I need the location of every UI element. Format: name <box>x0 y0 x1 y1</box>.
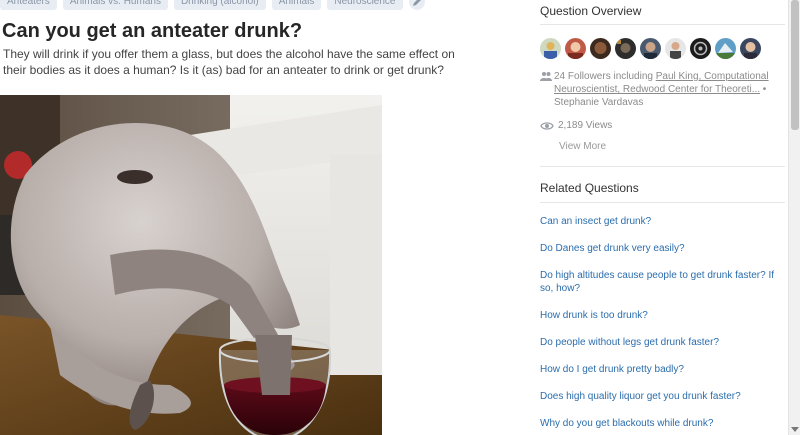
avatar[interactable] <box>615 38 636 59</box>
edit-topics-button[interactable] <box>408 0 425 10</box>
divider <box>540 166 785 167</box>
avatar[interactable] <box>715 38 736 59</box>
topic-tag[interactable]: Anteaters <box>0 0 57 10</box>
scrollbar-thumb[interactable] <box>791 0 799 130</box>
topic-tag[interactable]: Animals <box>271 0 322 10</box>
followers-icon <box>540 70 554 109</box>
related-question-link[interactable]: Do people without legs get drunk faster? <box>540 336 719 349</box>
views-label: 2,189 Views <box>558 120 613 131</box>
related-question-link[interactable]: Do high altitudes cause people to get dr… <box>540 269 785 295</box>
separator: • <box>760 84 767 95</box>
related-question-link[interactable]: Can an insect get drunk? <box>540 215 651 228</box>
question-title[interactable]: Can you get an anteater drunk? <box>2 20 302 43</box>
avatar[interactable] <box>565 38 586 59</box>
avatar[interactable] <box>690 38 711 59</box>
vertical-scrollbar[interactable] <box>788 0 800 435</box>
followers-summary: 24 Followers including Paul King, Comput… <box>540 70 785 109</box>
divider <box>540 202 785 203</box>
related-question-link[interactable]: Why do you get blackouts while drunk? <box>540 417 713 430</box>
related-question-link[interactable]: How do I get drunk pretty badly? <box>540 363 684 376</box>
avatar[interactable] <box>540 38 561 59</box>
avatar[interactable] <box>665 38 686 59</box>
pencil-icon <box>412 0 421 6</box>
views-count: 2,189 Views <box>540 120 612 131</box>
question-column: Anteaters Animals vs. Humans Drinking (a… <box>0 0 520 435</box>
avatar[interactable] <box>640 38 661 59</box>
sidebar: Question Overview 24 Followers including… <box>530 0 788 435</box>
avatar[interactable] <box>740 38 761 59</box>
scroll-down-arrow-icon[interactable] <box>791 425 799 433</box>
eye-icon <box>540 121 554 130</box>
related-question-link[interactable]: Do Danes get drunk very easily? <box>540 242 685 255</box>
related-question-link[interactable]: Does high quality liquor get you drunk f… <box>540 390 741 403</box>
related-question-link[interactable]: How drunk is too drunk? <box>540 309 648 322</box>
question-detail: They will drink if you offer them a glas… <box>3 47 455 77</box>
topic-tag[interactable]: Neuroscience <box>327 0 403 10</box>
avatar[interactable] <box>590 38 611 59</box>
anteater-photo <box>0 95 382 435</box>
topic-tag[interactable]: Animals vs. Humans <box>62 0 168 10</box>
followers-count: 24 Followers including <box>554 71 656 82</box>
topic-tag[interactable]: Drinking (alcohol) <box>173 0 266 10</box>
related-questions-title: Related Questions <box>540 181 639 195</box>
follower-link[interactable]: Stephanie Vardavas <box>554 97 643 108</box>
follower-avatars <box>540 38 761 59</box>
view-more-link[interactable]: View More <box>559 141 606 152</box>
overview-title: Question Overview <box>540 4 642 18</box>
topic-list: Anteaters Animals vs. Humans Drinking (a… <box>0 0 425 10</box>
divider <box>540 24 785 25</box>
